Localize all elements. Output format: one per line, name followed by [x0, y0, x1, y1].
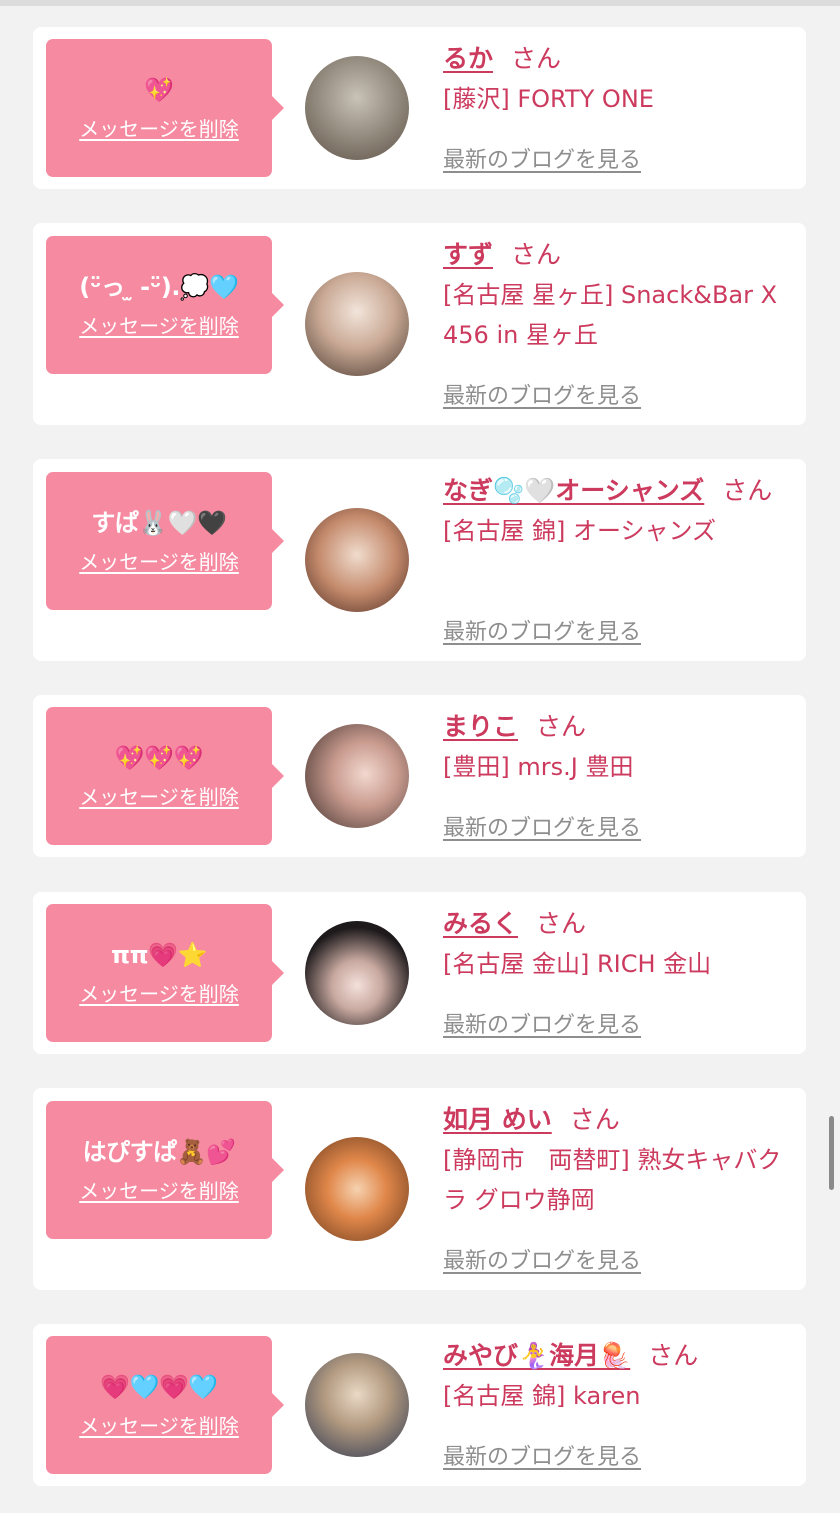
message-text: ππ💗⭐	[111, 940, 207, 969]
message-text: すぱ🐰🤍🖤	[91, 508, 227, 537]
list-item: ππ💗⭐ メッセージを削除 みるく さん [名古屋 金山] RICH 金山 最新の…	[33, 892, 806, 1054]
avatar[interactable]	[305, 921, 409, 1025]
delete-message-link[interactable]: メッセージを削除	[79, 546, 239, 575]
scrollbar[interactable]	[829, 1116, 834, 1190]
delete-message-link[interactable]: メッセージを削除	[79, 978, 239, 1007]
delete-message-link[interactable]: メッセージを削除	[79, 1175, 239, 1204]
message-bubble: はぴすぱ🧸💕 メッセージを削除	[46, 1101, 284, 1239]
shop-text: [名古屋 星ヶ丘] Snack&Bar X 456 in 星ヶ丘	[443, 281, 778, 349]
list-item: すぱ🐰🤍🖤 メッセージを削除 なぎ🫧🤍オーシャンズ さん [名古屋 錦] オーシャ…	[33, 459, 806, 661]
profile-name-link[interactable]: みるく	[443, 909, 518, 938]
honorific: さん	[511, 240, 562, 269]
latest-blog-link[interactable]: 最新のブログを見る	[443, 142, 641, 174]
profile-name-link[interactable]: なぎ🫧🤍オーシャンズ	[443, 476, 704, 505]
profile-info: なぎ🫧🤍オーシャンズ さん [名古屋 錦] オーシャンズ	[443, 471, 793, 551]
profile-name-link[interactable]: 如月 めい	[443, 1105, 552, 1134]
message-bubble: 💖 メッセージを削除	[46, 39, 284, 177]
list-item: 💖 メッセージを削除 るか さん [藤沢] FORTY ONE 最新のブログを見る	[33, 27, 806, 189]
profile-name-link[interactable]: みやび🧜‍♀️海月🪼	[443, 1341, 630, 1370]
profile-info: みやび🧜‍♀️海月🪼 さん [名古屋 錦] karen	[443, 1336, 793, 1416]
avatar[interactable]	[305, 508, 409, 612]
message-text: 💗🩵💗🩵	[100, 1372, 218, 1401]
honorific: さん	[648, 1341, 699, 1370]
list-item: はぴすぱ🧸💕 メッセージを削除 如月 めい さん [静岡市 両替町] 熟女キャバク…	[33, 1088, 806, 1290]
list-item: (ᵕ̈っ ̫ -ᵕ̈).💭🩵 メッセージを削除 すず さん [名古屋 星ヶ丘] S…	[33, 223, 806, 425]
avatar[interactable]	[305, 1353, 409, 1457]
profile-info: すず さん [名古屋 星ヶ丘] Snack&Bar X 456 in 星ヶ丘	[443, 235, 793, 355]
list-item: 💗🩵💗🩵 メッセージを削除 みやび🧜‍♀️海月🪼 さん [名古屋 錦] karen…	[33, 1324, 806, 1486]
latest-blog-link[interactable]: 最新のブログを見る	[443, 1243, 641, 1275]
profile-name-link[interactable]: まりこ	[443, 712, 518, 741]
message-bubble: 💗🩵💗🩵 メッセージを削除	[46, 1336, 284, 1474]
message-text: 💖	[144, 75, 174, 104]
delete-message-link[interactable]: メッセージを削除	[79, 310, 239, 339]
profile-info: まりこ さん [豊田] mrs.J 豊田	[443, 707, 793, 787]
avatar[interactable]	[305, 56, 409, 160]
avatar[interactable]	[305, 724, 409, 828]
avatar[interactable]	[305, 1137, 409, 1241]
delete-message-link[interactable]: メッセージを削除	[79, 1410, 239, 1439]
message-text: (ᵕ̈っ ̫ -ᵕ̈).💭🩵	[79, 272, 239, 301]
shop-text: [藤沢] FORTY ONE	[443, 85, 654, 113]
message-text: 💖💖💖	[114, 743, 204, 772]
latest-blog-link[interactable]: 最新のブログを見る	[443, 614, 641, 646]
shop-text: [豊田] mrs.J 豊田	[443, 753, 634, 781]
profile-info: 如月 めい さん [静岡市 両替町] 熟女キャバクラ グロウ静岡	[443, 1100, 793, 1220]
latest-blog-link[interactable]: 最新のブログを見る	[443, 1007, 641, 1039]
honorific: さん	[569, 1105, 620, 1134]
top-edge	[0, 0, 840, 6]
avatar[interactable]	[305, 272, 409, 376]
latest-blog-link[interactable]: 最新のブログを見る	[443, 1439, 641, 1471]
list-item: 💖💖💖 メッセージを削除 まりこ さん [豊田] mrs.J 豊田 最新のブログを…	[33, 695, 806, 857]
shop-text: [名古屋 錦] オーシャンズ	[443, 517, 717, 545]
delete-message-link[interactable]: メッセージを削除	[79, 781, 239, 810]
honorific: さん	[511, 44, 562, 73]
message-bubble: 💖💖💖 メッセージを削除	[46, 707, 284, 845]
profile-info: みるく さん [名古屋 金山] RICH 金山	[443, 904, 793, 984]
honorific: さん	[536, 909, 587, 938]
profile-name-link[interactable]: るか	[443, 44, 493, 73]
shop-text: [名古屋 錦] karen	[443, 1382, 641, 1410]
message-text: はぴすぱ🧸💕	[82, 1137, 236, 1166]
latest-blog-link[interactable]: 最新のブログを見る	[443, 378, 641, 410]
message-bubble: すぱ🐰🤍🖤 メッセージを削除	[46, 472, 284, 610]
honorific: さん	[722, 476, 773, 505]
profile-name-link[interactable]: すず	[443, 240, 493, 269]
delete-message-link[interactable]: メッセージを削除	[79, 113, 239, 142]
honorific: さん	[536, 712, 587, 741]
latest-blog-link[interactable]: 最新のブログを見る	[443, 810, 641, 842]
shop-text: [静岡市 両替町] 熟女キャバクラ グロウ静岡	[443, 1146, 782, 1214]
message-bubble: (ᵕ̈っ ̫ -ᵕ̈).💭🩵 メッセージを削除	[46, 236, 284, 374]
profile-info: るか さん [藤沢] FORTY ONE	[443, 39, 793, 119]
message-bubble: ππ💗⭐ メッセージを削除	[46, 904, 284, 1042]
shop-text: [名古屋 金山] RICH 金山	[443, 950, 712, 978]
